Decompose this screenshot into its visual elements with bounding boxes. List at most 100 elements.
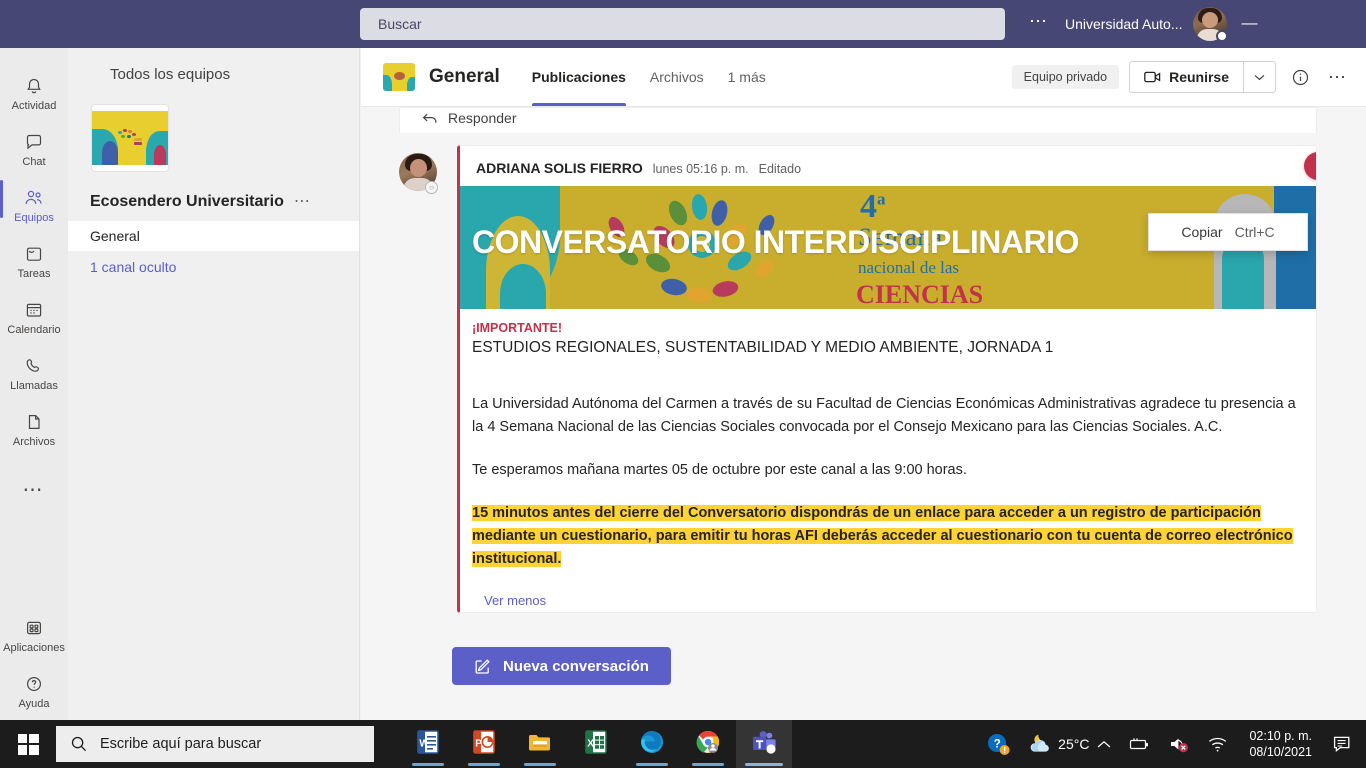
see-less-link[interactable]: Ver menos <box>472 591 1300 608</box>
minimize-button[interactable]: — <box>1227 15 1273 33</box>
channel-team-avatar <box>383 63 415 91</box>
night-cloud-icon[interactable] <box>1018 720 1056 768</box>
team-name[interactable]: Ecosendero Universitario <box>90 193 284 211</box>
notification-icon[interactable] <box>1324 720 1362 768</box>
tab-more-label: 1 más <box>727 69 766 85</box>
sidebar-item-actividad[interactable]: Actividad <box>0 60 68 116</box>
new-conversation-button[interactable]: Nueva conversación <box>452 647 671 685</box>
sidebar-label-calendario: Calendario <box>7 324 61 336</box>
tab-publicaciones-label: Publicaciones <box>531 69 626 85</box>
user-avatar[interactable] <box>1192 7 1228 42</box>
team-more-icon[interactable]: ⋯ <box>294 194 312 210</box>
sidebar-label-actividad: Actividad <box>11 100 57 112</box>
apps-grid-icon <box>24 617 44 639</box>
title-bar: Buscar ⋯ Universidad Auto... — <box>0 0 1366 48</box>
battery-charging-icon[interactable] <box>1119 720 1159 768</box>
reply-button[interactable]: Responder <box>400 108 1316 126</box>
chevron-down-icon[interactable] <box>1243 62 1275 92</box>
conversation-area: Responder ○ ! ADRIANA SOLIS FIERRO lunes… <box>361 107 1366 720</box>
team-thumbnail-shape-right2 <box>154 145 166 165</box>
powerpoint-icon[interactable]: P <box>456 720 512 768</box>
sidebar-label-chat: Chat <box>22 156 46 168</box>
chrome-running-indicator <box>692 763 724 766</box>
message-paragraph-2: Te esperamos mañana martes 05 de octubre… <box>472 462 967 478</box>
channel-avatar-logo <box>394 72 405 80</box>
clock-date: 08/10/2021 <box>1249 745 1312 759</box>
team-thumbnail[interactable] <box>92 105 168 171</box>
context-menu-copy-label: Copiar <box>1181 224 1223 240</box>
sidebar-item-tareas[interactable]: Tareas <box>0 228 68 284</box>
chrome-icon[interactable] <box>680 720 736 768</box>
sidebar-item-chat[interactable]: Chat <box>0 116 68 172</box>
svg-text:P: P <box>475 739 482 750</box>
sidebar-item-llamadas[interactable]: Llamadas <box>0 340 68 396</box>
channel-item-general[interactable]: General <box>68 221 359 251</box>
edge-icon[interactable] <box>624 720 680 768</box>
avatar-face <box>1201 12 1218 28</box>
channel-header-actions: Equipo privado Reunirse ⋯ <box>1011 61 1366 93</box>
panel-title: Todos los equipos <box>110 66 231 83</box>
chat-icon <box>24 131 44 153</box>
search-input[interactable]: Buscar <box>360 8 1005 40</box>
tab-more[interactable]: 1 más <box>716 48 778 106</box>
chevron-up-icon[interactable] <box>1089 720 1119 768</box>
channel-more-icon[interactable]: ⋯ <box>1324 63 1352 91</box>
ellipsis-icon: ⋯ <box>22 479 46 501</box>
banner-edition-digit: 4 <box>860 188 877 225</box>
organization-name[interactable]: Universidad Auto... <box>1065 16 1183 32</box>
file-explorer-running-indicator <box>524 763 556 766</box>
word-icon[interactable]: W <box>400 720 456 768</box>
app-rail: Actividad Chat Equipos Tareas Calendario… <box>0 48 68 720</box>
teams-icon <box>23 187 45 209</box>
hidden-channels-link[interactable]: 1 canal oculto <box>68 259 359 275</box>
previous-message-card: Responder <box>399 107 1317 133</box>
calendar-icon <box>24 299 44 321</box>
banner-edition-number: 4a <box>860 190 886 224</box>
important-label: ¡IMPORTANTE! <box>472 321 563 335</box>
help-badge-icon[interactable]: ? <box>978 720 1018 768</box>
team-thumbnail-logo <box>118 129 144 147</box>
teams-app-window: Buscar ⋯ Universidad Auto... — Actividad… <box>0 0 1366 768</box>
taskbar-search-input[interactable]: Escribe aquí para buscar <box>56 726 374 762</box>
sidebar-item-more[interactable]: ⋯ <box>0 452 68 508</box>
teams-taskbar-icon[interactable] <box>736 720 792 768</box>
sidebar-item-equipos[interactable]: Equipos <box>0 172 68 228</box>
compose-icon <box>474 658 491 675</box>
clock-time: 02:10 p. m. <box>1249 729 1312 743</box>
sidebar-item-archivos[interactable]: Archivos <box>0 396 68 452</box>
meet-button-main[interactable]: Reunirse <box>1130 62 1243 92</box>
video-camera-icon <box>1144 71 1161 83</box>
message-avatar-face <box>410 159 427 177</box>
title-bar-more-icon[interactable]: ⋯ <box>1019 12 1059 36</box>
highlight-text: 15 minutos antes del cierre del Conversa… <box>472 505 1293 567</box>
file-explorer-icon[interactable] <box>512 720 568 768</box>
status-badge: Equipo privado <box>1011 65 1120 89</box>
wifi-icon[interactable] <box>1199 720 1237 768</box>
start-button[interactable] <box>0 720 56 768</box>
message-paragraph-1: La Universidad Autónoma del Carmen a tra… <box>472 396 1296 435</box>
sidebar-item-calendario[interactable]: Calendario <box>0 284 68 340</box>
temperature-label: 25°C <box>1058 736 1090 752</box>
taskbar-clock[interactable]: 02:10 p. m. 08/10/2021 <box>1237 728 1324 760</box>
meet-button[interactable]: Reunirse <box>1129 61 1276 93</box>
info-circle-icon[interactable] <box>1286 63 1314 91</box>
new-conversation-label: Nueva conversación <box>503 657 649 675</box>
speaker-muted-icon[interactable] <box>1159 720 1199 768</box>
team-name-row: Ecosendero Universitario ⋯ <box>90 193 359 211</box>
context-menu-copy[interactable]: Copiar Ctrl+C <box>1148 213 1308 251</box>
sidebar-item-aplicaciones[interactable]: Aplicaciones <box>0 602 68 658</box>
teams-running-indicator <box>745 763 783 766</box>
taskbar-search-placeholder: Escribe aquí para buscar <box>100 736 262 752</box>
tab-publicaciones[interactable]: Publicaciones <box>520 48 638 106</box>
title-bar-left-spacer <box>0 0 360 48</box>
banner-overlay-title: CONVERSATORIO INTERDISCIPLINARIO <box>472 224 1079 260</box>
channel-avatar-shape-left <box>383 75 392 91</box>
sidebar-label-equipos: Equipos <box>14 212 54 224</box>
sidebar-item-ayuda[interactable]: Ayuda <box>0 658 68 714</box>
tab-archivos[interactable]: Archivos <box>638 48 716 106</box>
sidebar-label-ayuda: Ayuda <box>18 698 50 710</box>
excel-icon[interactable]: X <box>568 720 624 768</box>
sidebar-label-aplicaciones: Aplicaciones <box>3 642 65 654</box>
message-subject: ESTUDIOS REGIONALES, SUSTENTABILIDAD Y M… <box>472 339 1054 356</box>
svg-text:X: X <box>587 739 594 750</box>
